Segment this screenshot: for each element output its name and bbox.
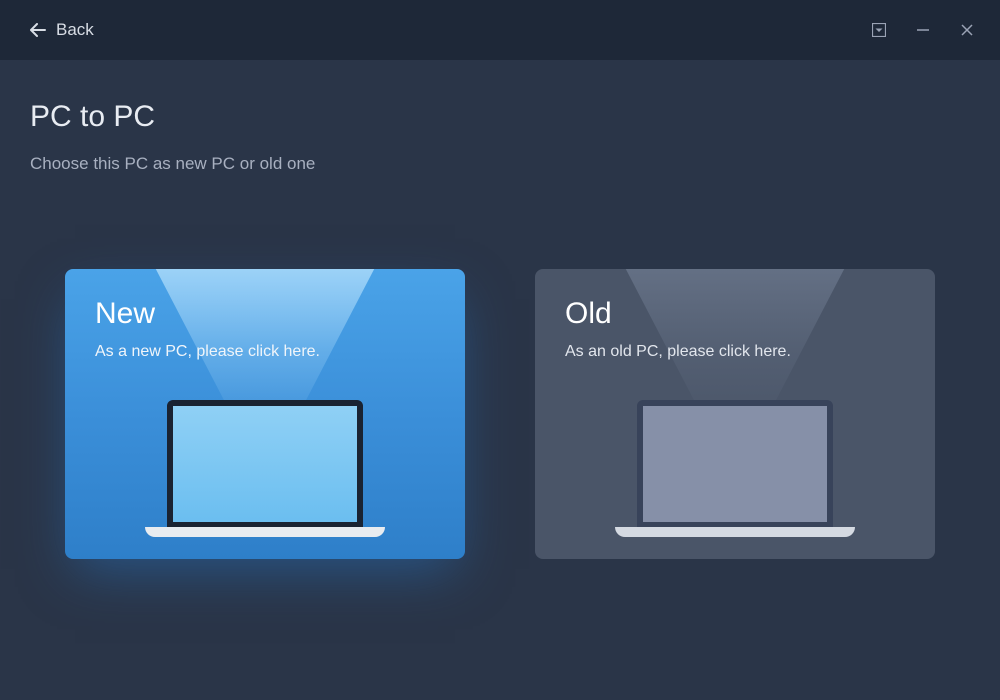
window-controls (871, 22, 975, 38)
close-icon[interactable] (959, 22, 975, 38)
card-description: As a new PC, please click here. (95, 343, 435, 361)
back-button[interactable]: Back (30, 20, 94, 40)
minimize-icon[interactable] (915, 22, 931, 38)
option-cards: New As a new PC, please click here. Old … (30, 269, 970, 559)
back-label: Back (56, 20, 94, 40)
card-description: As an old PC, please click here. (565, 343, 905, 361)
dropdown-icon[interactable] (871, 22, 887, 38)
page-title: PC to PC (30, 100, 970, 134)
laptop-icon (615, 400, 855, 537)
new-pc-card[interactable]: New As a new PC, please click here. (65, 269, 465, 559)
page-subtitle: Choose this PC as new PC or old one (30, 154, 970, 174)
content: PC to PC Choose this PC as new PC or old… (0, 60, 1000, 559)
card-title: New (95, 297, 435, 331)
card-title: Old (565, 297, 905, 331)
titlebar: Back (0, 0, 1000, 60)
old-pc-card[interactable]: Old As an old PC, please click here. (535, 269, 935, 559)
laptop-icon (145, 400, 385, 537)
back-arrow-icon (30, 22, 46, 38)
